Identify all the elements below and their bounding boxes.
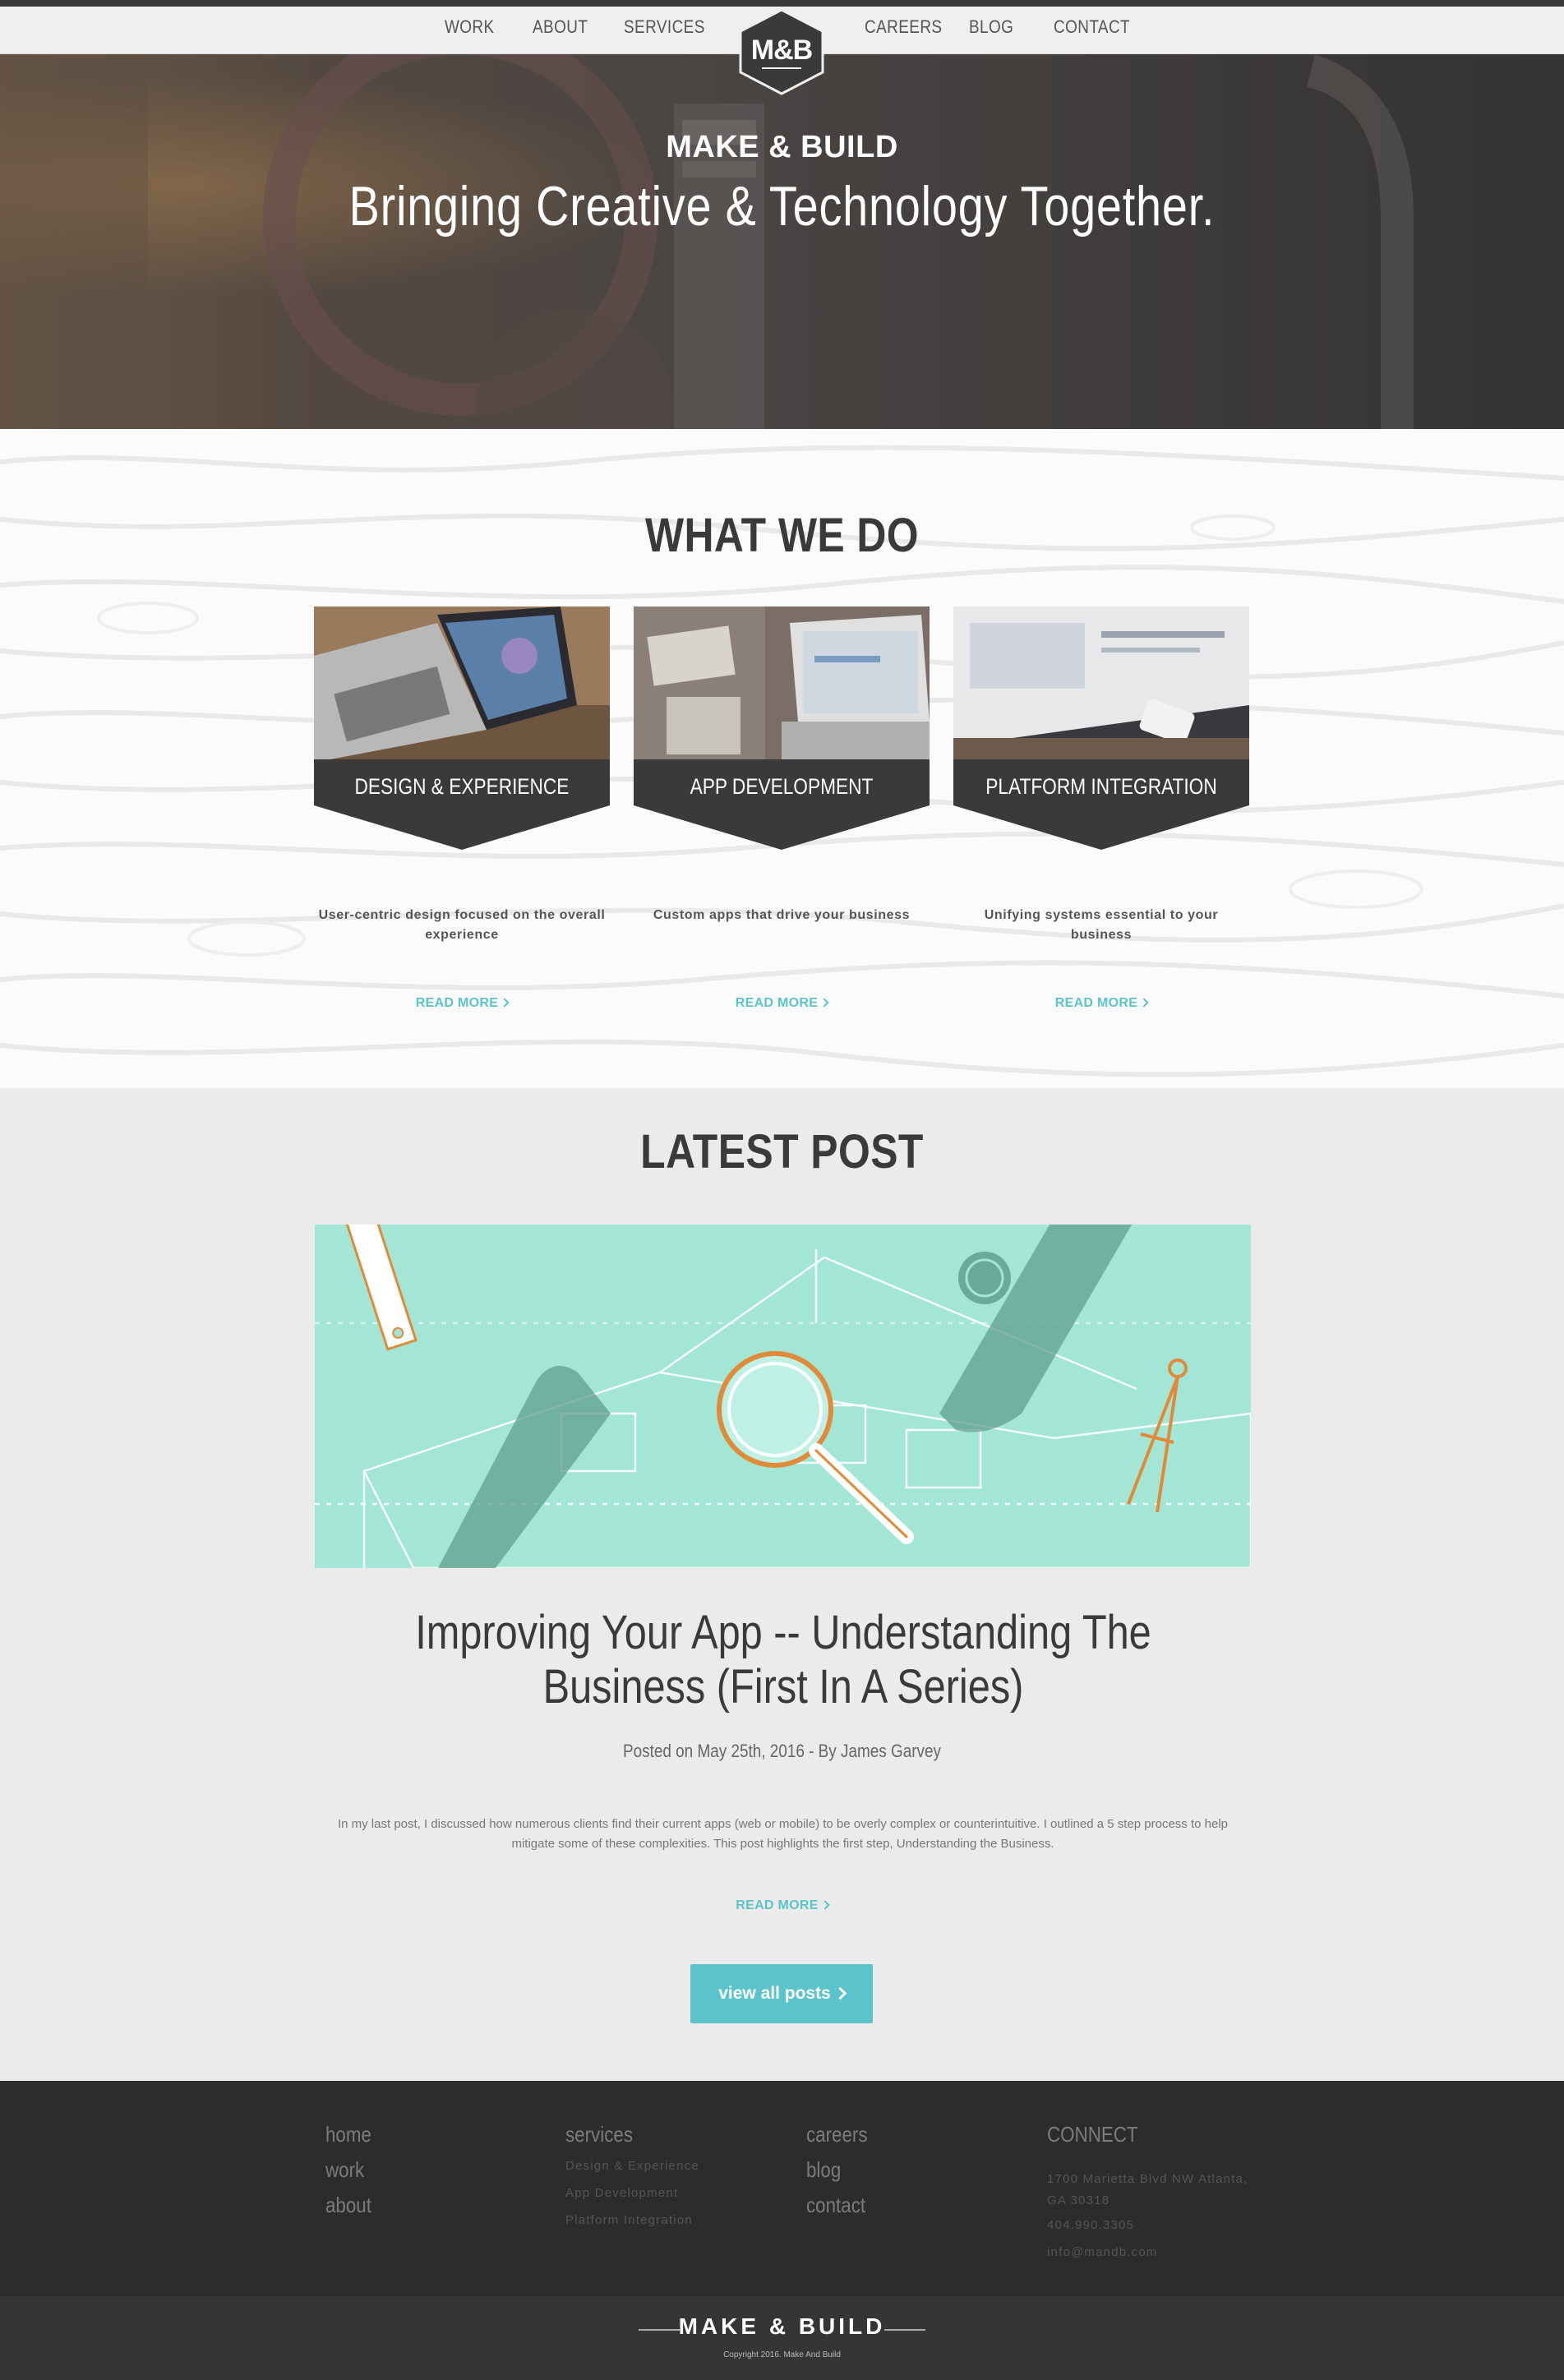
laptop-photo [314,607,610,759]
copyright: Copyright 2016. Make And Build [723,2350,841,2359]
chevron-right-icon [500,998,510,1008]
nav-work[interactable]: WORK [445,16,495,38]
desk-photo [634,607,930,759]
card-ribbon [953,759,1249,850]
chevron-right-icon [833,1986,847,2000]
chevron-right-icon [820,1900,830,1910]
footer-link-about[interactable]: about [325,2188,371,2223]
footer-col-connect: CONNECT 1700 Marietta Blvd NW Atlanta, G… [1047,2117,1253,2266]
footer-link-careers[interactable]: careers [806,2117,868,2152]
footer [0,2081,1564,2296]
footer-link-services[interactable]: services [565,2117,681,2152]
card-label: APP DEVELOPMENT [690,774,874,799]
nav-contact[interactable]: CONTACT [1054,16,1130,38]
post-excerpt: In my last post, I discussed how numerou… [337,1817,1229,1851]
card-label: PLATFORM INTEGRATION [985,774,1217,799]
top-accent-bar [0,0,1564,7]
footer-phone[interactable]: 404.990.3305 [1047,2212,1253,2239]
nav-careers[interactable]: CAREERS [865,16,942,38]
post-illustration[interactable] [315,1225,1251,1568]
footer-col-company: careers blog contact [806,2117,878,2223]
footer-link-design[interactable]: Design & Experience [565,2152,699,2179]
footer-address: 1700 Marietta Blvd NW Atlanta, GA 30318 [1047,2172,1248,2207]
read-more-link[interactable]: READ MORE [634,996,930,1011]
card-label: DESIGN & EXPERIENCE [354,774,570,799]
chevron-right-icon [1139,998,1149,1008]
footer-connect-title: CONNECT [1047,2122,1138,2147]
footer-link-blog[interactable]: blog [806,2152,868,2188]
chevron-right-icon [819,998,829,1008]
hero-banner [0,54,1564,429]
card-description: User-centric design focused on the overa… [318,908,606,942]
latest-post-title: LATEST POST [640,1125,924,1178]
nav-about[interactable]: ABOUT [533,16,588,38]
footer-link-contact[interactable]: contact [806,2188,868,2223]
nav-blog[interactable]: BLOG [969,16,1013,38]
hero-title: Bringing Creative & Technology Together. [348,175,1216,238]
bottom-brand: MAKE & BUILD [678,2313,886,2339]
card-description: Custom apps that drive your business [653,908,911,922]
post-title[interactable]: Improving Your App -- Understanding The … [376,1606,1190,1714]
footer-col-main: home work about [325,2117,379,2223]
nav-services[interactable]: SERVICES [624,16,705,38]
footer-link-home[interactable]: home [325,2117,371,2152]
site-logo[interactable]: M&B [737,8,826,95]
monitor-photo [953,607,1249,759]
read-more-link[interactable]: READ MORE [953,996,1249,1011]
what-we-do-title: WHAT WE DO [644,509,920,562]
footer-col-services: services Design & Experience App Develop… [565,2117,699,2234]
post-meta: Posted on May 25th, 2016 - By James Garv… [622,1741,941,1761]
card-ribbon [634,759,930,850]
footer-link-work[interactable]: work [325,2152,371,2188]
footer-link-platform[interactable]: Platform Integration [565,2207,699,2234]
logo-text: M&B [750,35,813,66]
hero-subtitle: MAKE & BUILD [666,130,898,164]
footer-link-app[interactable]: App Development [565,2179,699,2207]
card-ribbon [314,759,610,850]
read-more-link[interactable]: READ MORE [314,996,610,1011]
footer-email[interactable]: info@mandb.com [1047,2239,1253,2266]
view-all-posts-button[interactable]: view all posts [690,1964,873,2023]
card-description: Unifying systems essential to your busin… [984,908,1219,942]
post-read-more-link[interactable]: READ MORE [0,1898,1564,1913]
